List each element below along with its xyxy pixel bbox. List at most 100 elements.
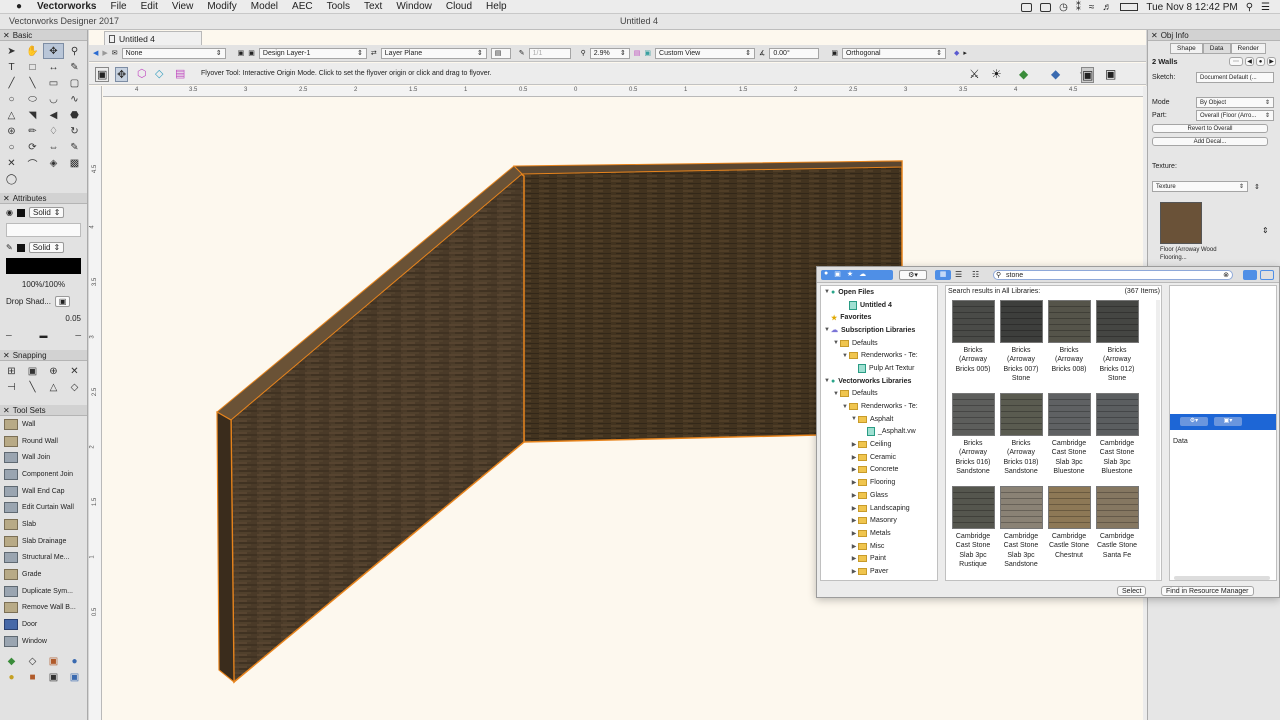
circle-tool-icon[interactable]: ○ bbox=[1, 91, 22, 107]
view-select[interactable]: Custom View ⇕ bbox=[655, 47, 756, 59]
resource-item[interactable]: Cambridge Cast Stone Slab 3pc Sandstone bbox=[998, 486, 1044, 569]
tab-shape[interactable]: Shape bbox=[1170, 43, 1203, 54]
preview-settings-icon[interactable]: ⚙▾ bbox=[1180, 417, 1208, 426]
move-tool-icon[interactable]: ↻ bbox=[64, 123, 85, 139]
tool-remove-wall-break[interactable]: Remove Wall B... bbox=[0, 600, 87, 617]
tree-item[interactable]: ▶ Flooring bbox=[821, 476, 937, 489]
tool-duplicate-symbol[interactable]: Duplicate Sym... bbox=[0, 583, 87, 600]
light-icon[interactable]: ☀ bbox=[991, 67, 1002, 81]
detailing-icon[interactable]: ■ bbox=[22, 670, 43, 686]
page-icon[interactable]: ▤ bbox=[634, 49, 641, 57]
tool-window[interactable]: Window bbox=[0, 633, 87, 650]
tree-item[interactable]: ▶ Concrete bbox=[821, 464, 937, 477]
resource-item[interactable]: Bricks (Arroway Bricks 007) Stone bbox=[998, 300, 1044, 383]
tool-sets-header[interactable]: ✕ Tool Sets bbox=[0, 405, 87, 416]
snap-distance-icon[interactable]: ⊣ bbox=[1, 379, 22, 395]
preview-scrollbar[interactable] bbox=[1174, 576, 1270, 580]
resource-thumbnail[interactable] bbox=[999, 393, 1043, 436]
resource-thumbnail[interactable] bbox=[951, 300, 995, 343]
resource-item[interactable]: Cambridge Castle Stone Chestnut bbox=[1046, 486, 1092, 560]
close-icon[interactable]: ✕ bbox=[3, 31, 10, 40]
resource-thumbnail[interactable] bbox=[999, 486, 1043, 529]
menu-help[interactable]: Help bbox=[486, 1, 507, 12]
mirror-tool-icon[interactable]: ⇔ bbox=[43, 139, 64, 155]
resource-thumbnail[interactable] bbox=[1047, 300, 1091, 343]
regular-polygon-tool-icon[interactable]: ⬣ bbox=[64, 107, 85, 123]
rounded-rect-tool-icon[interactable]: ▢ bbox=[64, 75, 85, 91]
reshape-tool-icon[interactable]: ◯ bbox=[1, 171, 22, 187]
library-tabs[interactable]: ● ▣ ★ ☁ bbox=[821, 270, 893, 280]
disclosure-triangle-icon[interactable]: ▶ bbox=[850, 555, 858, 562]
forward-icon[interactable]: ▶ bbox=[102, 49, 107, 57]
disclosure-triangle-icon[interactable]: ▶ bbox=[850, 568, 858, 575]
tree-item[interactable]: Untitled 4 bbox=[821, 299, 937, 312]
polyline-tool-icon[interactable]: △ bbox=[1, 107, 22, 123]
menu-modify[interactable]: Modify bbox=[207, 1, 236, 12]
arrow-mid-icon[interactable]: ▬ bbox=[40, 331, 48, 340]
wifi-icon[interactable]: ≈ bbox=[1089, 2, 1095, 13]
render-mode-icon[interactable]: ◆ bbox=[954, 49, 959, 57]
back-icon[interactable]: ◀ bbox=[93, 49, 98, 57]
tree-item[interactable]: ▶ Metals bbox=[821, 527, 937, 540]
tree-item[interactable]: ▼ Renderworks - Te: bbox=[821, 349, 937, 362]
line-tool-icon[interactable]: ╱ bbox=[1, 75, 22, 91]
chevron-up-down-icon[interactable]: ⇕ bbox=[1262, 226, 1269, 235]
tree-item[interactable]: ▶ Landscaping bbox=[821, 502, 937, 515]
menu-window[interactable]: Window bbox=[396, 1, 432, 12]
view-cube-icon[interactable]: ▣ bbox=[644, 49, 651, 57]
working-plane-icon[interactable]: ▤ bbox=[175, 67, 185, 80]
scale-field[interactable]: 1/1 bbox=[528, 47, 571, 59]
tab-data[interactable]: Data bbox=[1202, 43, 1231, 54]
search-input[interactable]: ⚲ stone ⊗ bbox=[993, 270, 1233, 280]
tool-door[interactable]: Door bbox=[0, 616, 87, 633]
menu-tools[interactable]: Tools bbox=[327, 1, 350, 12]
disclosure-triangle-icon[interactable]: ▼ bbox=[823, 327, 831, 333]
flyover-tool-icon[interactable]: ✥ bbox=[43, 43, 64, 59]
select-button[interactable]: Select bbox=[1117, 586, 1147, 596]
tree-item[interactable]: ▶ Misc bbox=[821, 540, 937, 553]
clear-search-icon[interactable]: ⊗ bbox=[1223, 271, 1229, 279]
prev-icon[interactable]: ◀ bbox=[1245, 57, 1254, 66]
menu-aec[interactable]: AEC bbox=[292, 1, 313, 12]
disclosure-triangle-icon[interactable]: ▼ bbox=[823, 289, 831, 295]
opacity-button[interactable]: 100%/100% bbox=[0, 276, 87, 293]
disclosure-triangle-icon[interactable]: ▼ bbox=[823, 378, 831, 384]
ruler-icon[interactable]: ✎ bbox=[519, 49, 525, 57]
trim-tool-icon[interactable]: ✕ bbox=[1, 155, 22, 171]
grid-scrollbar[interactable] bbox=[1156, 300, 1160, 580]
zoom-field[interactable]: 2.9% ⇕ bbox=[589, 47, 630, 59]
tool-structural-member[interactable]: Structural Me... bbox=[0, 550, 87, 567]
plane-select[interactable]: Layer Plane ⇕ bbox=[380, 47, 487, 59]
walk-tool-icon[interactable]: ⚔ bbox=[969, 67, 980, 81]
oip-header[interactable]: ✕ Obj Info bbox=[1148, 30, 1280, 41]
line-weight-row[interactable]: 0.05 bbox=[0, 310, 87, 327]
tree-item[interactable]: ▼ Defaults bbox=[821, 337, 937, 350]
tree-item[interactable]: ▶ Glass bbox=[821, 489, 937, 502]
next-icon[interactable]: ▶ bbox=[1267, 57, 1276, 66]
texture-thumbnail[interactable] bbox=[1160, 202, 1202, 244]
sheet-icon[interactable]: ▤ bbox=[490, 47, 511, 59]
zoom-icon[interactable]: ⚲ bbox=[581, 49, 586, 57]
plane-mode-icon[interactable]: ◇ bbox=[155, 67, 163, 80]
pen-style-select[interactable]: Solid ⇕ bbox=[28, 242, 65, 253]
resource-item[interactable]: Cambridge Cast Stone Slab 3pc Bluestone bbox=[1094, 393, 1140, 476]
resource-thumbnail[interactable] bbox=[1047, 486, 1091, 529]
disclosure-triangle-icon[interactable]: ▶ bbox=[850, 441, 858, 448]
pan-tool-icon[interactable]: ✋ bbox=[22, 43, 43, 59]
resource-thumbnail[interactable] bbox=[1047, 393, 1091, 436]
display-icon[interactable] bbox=[1040, 2, 1052, 12]
tree-item[interactable]: ▼ ☁ Subscription Libraries bbox=[821, 324, 937, 337]
close-icon[interactable]: ✕ bbox=[3, 351, 10, 360]
brush-tool-icon[interactable]: ✏ bbox=[22, 123, 43, 139]
tab-render[interactable]: Render bbox=[1230, 43, 1266, 54]
part-select[interactable]: Overall (Floor (Arro... ⇕ bbox=[1196, 110, 1274, 121]
disclosure-triangle-icon[interactable]: ▼ bbox=[832, 340, 840, 346]
resource-thumbnail[interactable] bbox=[1095, 486, 1139, 529]
tool-round-wall[interactable]: Round Wall bbox=[0, 433, 87, 450]
tree-item[interactable]: Pulp Art Textur bbox=[821, 362, 937, 375]
resource-item[interactable]: Cambridge Cast Stone Slab 3pc Bluestone bbox=[1046, 393, 1092, 476]
revert-button[interactable]: Revert to Overall bbox=[1152, 124, 1268, 133]
offset-tool-icon[interactable]: ○ bbox=[1, 139, 22, 155]
tool-component-join[interactable]: Component Join bbox=[0, 466, 87, 483]
double-polyline-tool-icon[interactable]: ◀ bbox=[43, 107, 64, 123]
